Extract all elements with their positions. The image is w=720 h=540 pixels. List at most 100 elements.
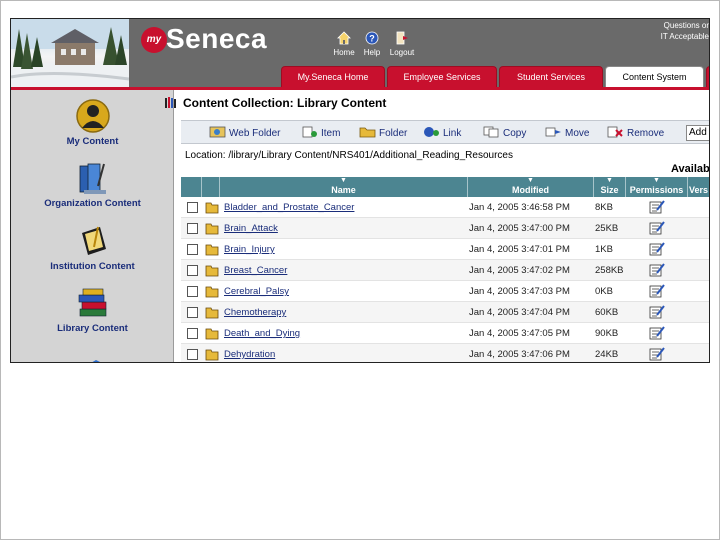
sidebar: My Content Organization Content Institut… xyxy=(11,90,174,362)
table-row: Death_and_Dying Jan 4, 2005 3:47:05 PM 9… xyxy=(181,323,709,344)
folder-icon xyxy=(205,307,219,319)
page-title: Content Collection: Library Content xyxy=(183,96,387,110)
column-select xyxy=(181,177,201,197)
file-link[interactable]: Cerebral_Palsy xyxy=(224,286,289,297)
web-folder-button[interactable]: Web Folder xyxy=(209,126,281,139)
sidebar-item-organization-content[interactable]: Organization Content xyxy=(11,160,174,209)
file-link[interactable]: Death_and_Dying xyxy=(224,328,300,339)
file-link[interactable]: Brain_Injury xyxy=(224,244,275,255)
folder-icon xyxy=(205,286,219,298)
file-link[interactable]: Brain_Attack xyxy=(224,223,278,234)
table-row: Chemotherapy Jan 4, 2005 3:47:04 PM 60KB xyxy=(181,302,709,323)
file-size: 0KB xyxy=(595,286,613,297)
permissions-icon[interactable] xyxy=(648,263,666,278)
location-path: Location: /library/Library Content/NRS40… xyxy=(185,150,513,161)
modified-date: Jan 4, 2005 3:47:05 PM xyxy=(469,328,570,339)
svg-text:?: ? xyxy=(369,34,375,44)
link-icon xyxy=(424,127,439,137)
home-icon xyxy=(337,31,351,45)
modified-date: Jan 4, 2005 3:47:00 PM xyxy=(469,223,570,234)
folder-icon xyxy=(205,328,219,340)
notepad-icon xyxy=(81,226,106,255)
add-select[interactable]: Add xyxy=(686,125,709,141)
file-size: 8KB xyxy=(595,202,613,213)
portal-screenshot: my Seneca Home ? Help Logout Questions o… xyxy=(10,18,710,363)
library-icon xyxy=(165,97,176,108)
file-link[interactable]: Dehydration xyxy=(224,349,275,360)
table-row: Brain_Injury Jan 4, 2005 3:47:01 PM 1KB xyxy=(181,239,709,260)
remove-button[interactable]: Remove xyxy=(607,126,664,139)
permissions-icon[interactable] xyxy=(648,326,666,341)
folder-icon xyxy=(205,202,219,214)
file-size: 1KB xyxy=(595,244,613,255)
column-modified[interactable]: ▼ Modified xyxy=(467,177,593,197)
column-permissions[interactable]: ▼ Permissions xyxy=(625,177,687,197)
available-label: Available xyxy=(671,163,710,175)
file-link[interactable]: Breast_Cancer xyxy=(224,265,287,276)
add-item-button[interactable]: Item xyxy=(301,126,340,139)
web-folder-icon xyxy=(209,126,226,138)
home-link[interactable]: Home xyxy=(329,31,359,57)
sidebar-item-library-content[interactable]: Library Content xyxy=(11,285,174,334)
logout-link[interactable]: Logout xyxy=(387,31,417,57)
move-button[interactable]: Move xyxy=(545,126,589,139)
help-icon: ? xyxy=(365,31,379,45)
row-checkbox[interactable] xyxy=(187,265,198,276)
table-row: Cerebral_Palsy Jan 4, 2005 3:47:03 PM 0K… xyxy=(181,281,709,302)
book-stack-icon xyxy=(78,288,106,317)
row-checkbox[interactable] xyxy=(187,328,198,339)
column-type xyxy=(201,177,219,197)
file-size: 90KB xyxy=(595,328,619,339)
action-toolbar: Web Folder Item Folder Link Copy Move Re… xyxy=(181,120,709,144)
my-logo-badge: my xyxy=(141,27,167,53)
permissions-icon[interactable] xyxy=(648,221,666,236)
file-size: 25KB xyxy=(595,223,619,234)
portal-header: my Seneca Home ? Help Logout Questions o… xyxy=(11,19,709,87)
sidebar-item-institution-content[interactable]: Institution Content xyxy=(11,223,174,272)
help-link[interactable]: ? Help xyxy=(357,31,387,57)
permissions-icon[interactable] xyxy=(648,200,666,215)
row-checkbox[interactable] xyxy=(187,244,198,255)
column-size[interactable]: ▼ Size xyxy=(593,177,625,197)
modified-date: Jan 4, 2005 3:47:04 PM xyxy=(469,307,570,318)
campus-photo xyxy=(11,19,129,87)
file-link[interactable]: Bladder_and_Prostate_Cancer xyxy=(224,202,354,213)
folder-icon xyxy=(205,244,219,256)
person-icon xyxy=(75,99,110,133)
file-link[interactable]: Chemotherapy xyxy=(224,307,286,318)
sidebar-item-more[interactable] xyxy=(11,348,174,362)
table-row: Bladder_and_Prostate_Cancer Jan 4, 2005 … xyxy=(181,197,709,218)
row-checkbox[interactable] xyxy=(187,223,198,234)
tab-employee-services[interactable]: Employee Services xyxy=(387,66,497,87)
book-icon xyxy=(92,360,100,362)
row-checkbox[interactable] xyxy=(187,349,198,360)
folder-icon xyxy=(359,127,376,138)
header-note[interactable]: Questions or IT Acceptable xyxy=(649,20,709,42)
folder-icon xyxy=(205,223,219,235)
column-version[interactable]: Vers xyxy=(687,177,709,197)
add-link-button[interactable]: Link xyxy=(423,126,461,139)
tab-student-services[interactable]: Student Services xyxy=(499,66,603,87)
sidebar-item-my-content[interactable]: My Content xyxy=(11,98,174,147)
permissions-icon[interactable] xyxy=(648,305,666,320)
remove-icon xyxy=(607,126,623,138)
copy-button[interactable]: Copy xyxy=(483,126,526,139)
file-size: 258KB xyxy=(595,265,624,276)
row-checkbox[interactable] xyxy=(187,286,198,297)
column-name[interactable]: ▼ Name xyxy=(219,177,467,197)
permissions-icon[interactable] xyxy=(648,347,666,362)
table-header: ▼ Name ▼ Modified ▼ Size ▼ Permissions Vers xyxy=(181,177,709,197)
add-folder-button[interactable]: Folder xyxy=(359,126,407,139)
tab-myseneca-home[interactable]: My.Seneca Home xyxy=(281,66,385,87)
tab-overflow[interactable] xyxy=(706,66,709,87)
file-size: 24KB xyxy=(595,349,619,360)
row-checkbox[interactable] xyxy=(187,202,198,213)
modified-date: Jan 4, 2005 3:47:06 PM xyxy=(469,349,570,360)
permissions-icon[interactable] xyxy=(648,284,666,299)
copy-icon xyxy=(483,126,499,138)
tab-content-system[interactable]: Content System xyxy=(605,66,704,87)
item-icon xyxy=(302,126,317,138)
content-area: Content Collection: Library Content Web … xyxy=(165,90,710,362)
row-checkbox[interactable] xyxy=(187,307,198,318)
permissions-icon[interactable] xyxy=(648,242,666,257)
